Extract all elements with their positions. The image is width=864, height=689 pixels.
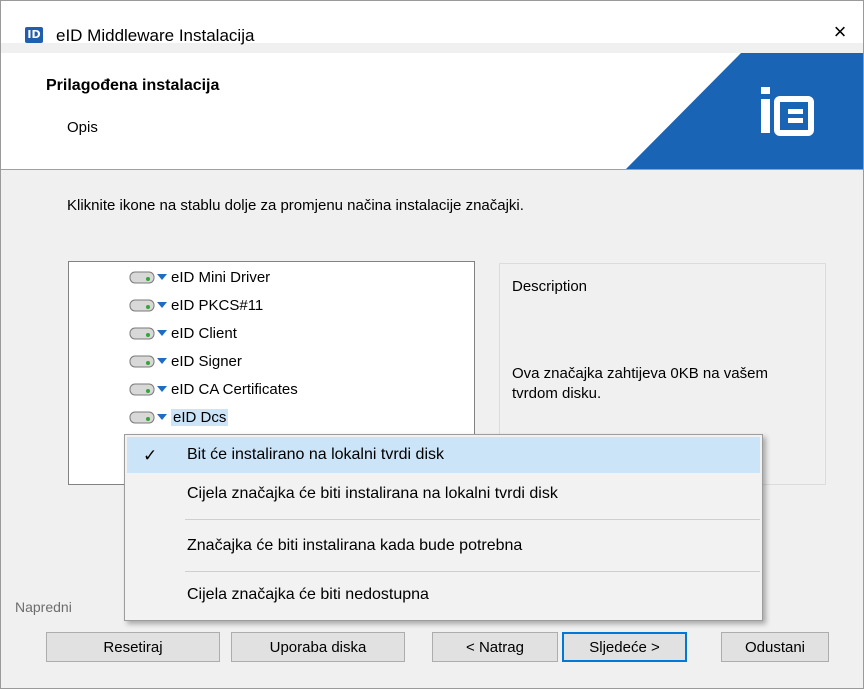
- menu-item-label: Bit će instalirano na lokalni tvrdi disk: [187, 446, 445, 463]
- menu-separator: [185, 519, 760, 520]
- page-title: Prilagođena instalacija: [46, 77, 220, 94]
- tree-item-label: eID Signer: [171, 352, 242, 370]
- drive-icon: [129, 327, 155, 339]
- cancel-button[interactable]: Odustani: [721, 632, 829, 662]
- menu-item-unavailable[interactable]: Cijela značajka će biti nedostupna: [127, 577, 760, 613]
- tree-item[interactable]: eID PKCS#11: [129, 294, 263, 316]
- close-button[interactable]: ×: [817, 15, 863, 49]
- reset-button[interactable]: Resetiraj: [46, 632, 220, 662]
- tree-item[interactable]: eID Mini Driver: [129, 266, 270, 288]
- menu-item-install-local[interactable]: ✓ Bit će instalirano na lokalni tvrdi di…: [127, 437, 760, 473]
- description-text: Ova značajka zahtijeva 0KB na vašem tvrd…: [512, 365, 768, 402]
- menu-item-install-entire[interactable]: Cijela značajka će biti instalirana na l…: [127, 476, 760, 512]
- dropdown-arrow-icon[interactable]: [157, 358, 167, 364]
- tree-item-label: eID Mini Driver: [171, 268, 271, 286]
- menu-item-label: Cijela značajka će biti instalirana na l…: [187, 485, 558, 502]
- drive-icon: [129, 271, 155, 283]
- dropdown-arrow-icon[interactable]: [157, 302, 167, 308]
- context-menu: ✓ Bit će instalirano na lokalni tvrdi di…: [124, 434, 763, 621]
- dropdown-arrow-icon[interactable]: [157, 386, 167, 392]
- eid-logo-banner: [626, 53, 863, 169]
- header-panel: Prilagođena instalacija Opis: [1, 53, 863, 170]
- tree-item[interactable]: eID CA Certificates: [129, 378, 298, 400]
- menu-item-install-on-demand[interactable]: Značajka će biti instalirana kada bude p…: [127, 528, 760, 564]
- tree-item[interactable]: eID Client: [129, 322, 237, 344]
- installer-window: ID eID Middleware Instalacija × Prilagođ…: [0, 0, 864, 689]
- description-title: Description: [512, 278, 588, 295]
- disk-usage-button[interactable]: Uporaba diska: [231, 632, 405, 662]
- dropdown-arrow-icon[interactable]: [157, 274, 167, 280]
- tree-item-label: eID PKCS#11: [171, 296, 264, 314]
- next-button[interactable]: Sljedeće >: [562, 632, 687, 662]
- page-subtitle: Opis: [67, 119, 98, 136]
- dropdown-arrow-icon[interactable]: [157, 330, 167, 336]
- title-bar: ID eID Middleware Instalacija ×: [1, 1, 863, 45]
- checkmark-icon: ✓: [143, 446, 158, 466]
- app-icon: ID: [25, 27, 43, 43]
- drive-icon: [129, 299, 155, 311]
- tree-item-label: eID Dcs: [171, 408, 229, 426]
- advanced-group-label: Napredni: [15, 599, 72, 615]
- tree-item[interactable]: eID Signer: [129, 350, 242, 372]
- tree-item-label: eID CA Certificates: [171, 380, 298, 398]
- window-title: eID Middleware Instalacija: [56, 26, 255, 45]
- back-button[interactable]: < Natrag: [432, 632, 558, 662]
- dropdown-arrow-icon[interactable]: [157, 414, 167, 420]
- menu-separator: [185, 571, 760, 572]
- menu-item-label: Značajka će biti instalirana kada bude p…: [187, 537, 523, 554]
- drive-icon: [129, 355, 155, 367]
- instruction-text: Kliknite ikone na stablu dolje za promje…: [67, 197, 524, 214]
- tree-item-selected[interactable]: eID Dcs: [129, 406, 229, 428]
- drive-icon: [129, 411, 155, 423]
- menu-item-label: Cijela značajka će biti nedostupna: [187, 586, 429, 603]
- tree-item-label: eID Client: [171, 324, 237, 342]
- drive-icon: [129, 383, 155, 395]
